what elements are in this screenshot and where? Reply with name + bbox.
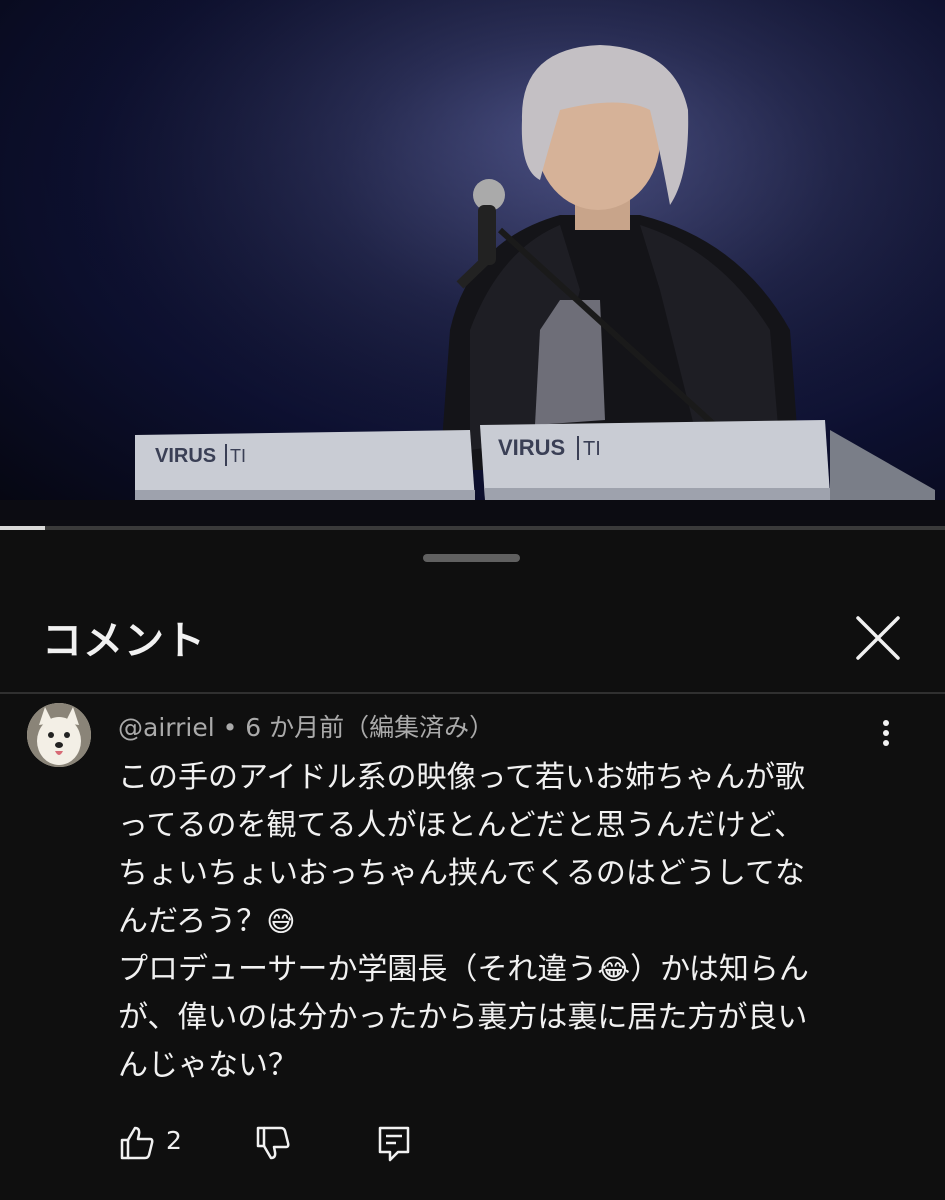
comment-meta: @airriel • 6 か月前（編集済み）: [118, 708, 494, 744]
keyboard-model-left: TI: [230, 446, 246, 466]
sheet-divider: [0, 692, 945, 694]
comment-line: この手のアイドル系の映像って若いお姉ちゃんが歌: [118, 760, 805, 795]
more-vert-icon: [883, 720, 889, 726]
close-button[interactable]: [852, 612, 904, 664]
sheet-title: コメント: [42, 618, 206, 664]
comment-edited: （編集済み）: [344, 713, 495, 742]
keyboard-brand-left: VIRUS: [155, 445, 216, 467]
video-frame: VIRUS TI VIRUS TI: [0, 0, 945, 528]
like-count: 2: [166, 1126, 182, 1155]
like-button[interactable]: 2: [118, 1124, 182, 1166]
comment-time: 6 か月前: [245, 713, 345, 742]
dog-avatar-icon: [27, 703, 91, 767]
video-player[interactable]: VIRUS TI VIRUS TI: [0, 0, 945, 528]
dislike-button[interactable]: [254, 1124, 292, 1166]
comment-line: プロデューサーか学園長（それ違う😂）かは知らん: [118, 952, 809, 987]
thumb-down-icon: [256, 1126, 290, 1160]
avatar[interactable]: [27, 703, 91, 767]
comment-author[interactable]: @airriel: [118, 713, 215, 742]
meta-separator: •: [214, 713, 246, 742]
comment-more-button[interactable]: [868, 716, 904, 756]
keyboard-brand-right: VIRUS: [498, 435, 565, 460]
sweat-smile-emoji: 😅: [266, 905, 296, 938]
thumb-up-icon: [120, 1126, 154, 1160]
comment-text: この手のアイドル系の映像って若いお姉ちゃんが歌 ってるのを観てる人がほとんどだと思…: [118, 754, 878, 1090]
comments-sheet: コメント @airriel • 6 か月前（編集済み） この手のアイドル系の映像…: [0, 530, 945, 1200]
keyboard-model-right: TI: [583, 438, 601, 460]
reply-icon: [378, 1126, 410, 1162]
tears-of-joy-emoji: 😂: [597, 953, 631, 986]
comment-line: ってるのを観てる人がほとんどだと思うんだけど、: [118, 808, 805, 843]
reply-button[interactable]: [376, 1124, 414, 1168]
comment-line: が、偉いのは分かったから裏方は裏に居た方が良い: [118, 1000, 808, 1035]
close-icon: [856, 616, 900, 660]
comment-line: んじゃない？: [118, 1048, 298, 1083]
comment-line: んだろう？😅: [118, 904, 296, 939]
sheet-drag-handle[interactable]: [423, 554, 520, 562]
comment-line: ちょいちょいおっちゃん挟んでくるのはどうしてな: [118, 856, 805, 891]
